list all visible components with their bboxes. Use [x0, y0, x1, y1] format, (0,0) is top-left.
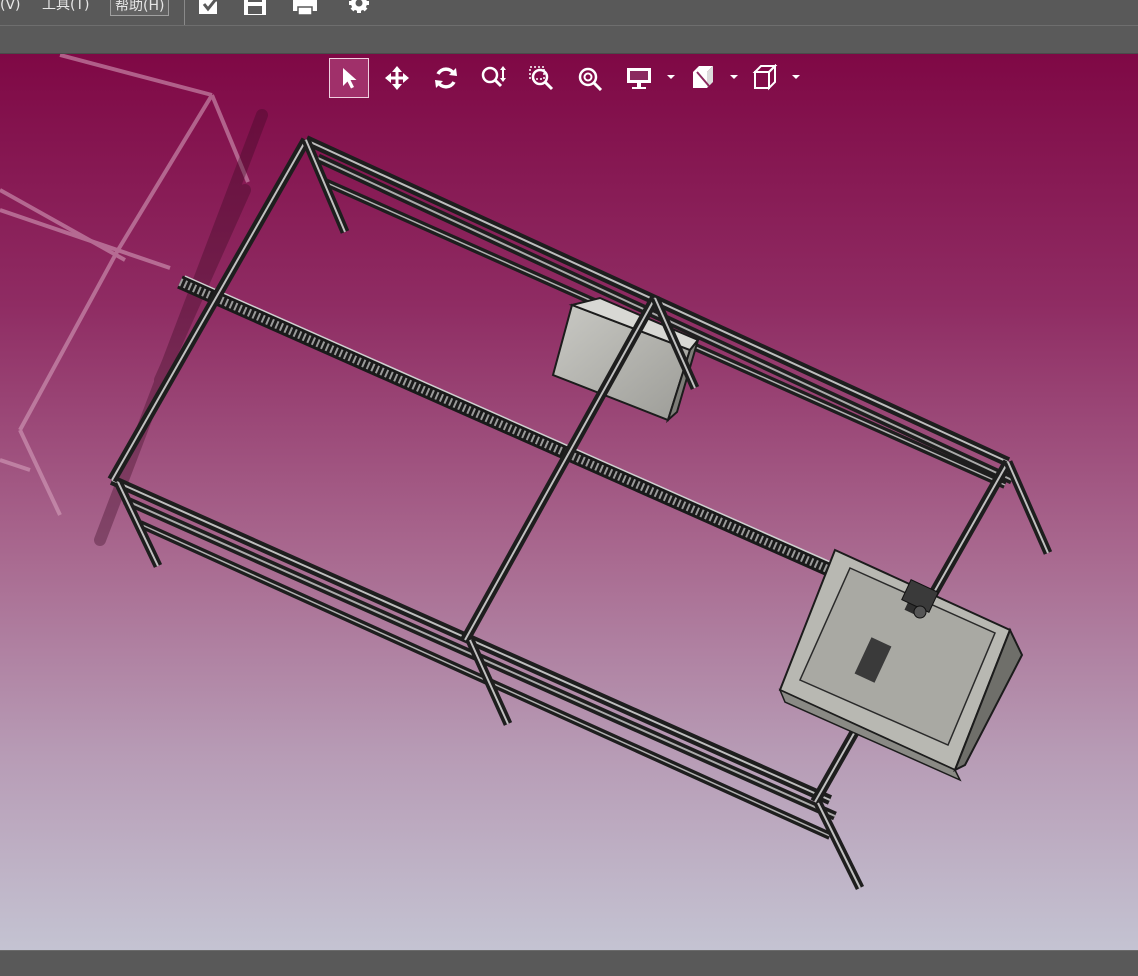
monitor-icon — [627, 68, 651, 89]
tote-box — [778, 548, 1024, 782]
print-icon — [293, 0, 317, 16]
status-bar — [0, 950, 1138, 976]
secondary-toolbar — [0, 26, 1138, 54]
import-icon — [199, 0, 218, 14]
cad-model-scene — [0, 54, 1053, 890]
menu-help[interactable]: 帮助(H) — [110, 0, 170, 16]
view-orientation-dropdown-icon[interactable] — [792, 73, 800, 81]
settings-icon — [349, 0, 369, 13]
rotate-icon — [435, 67, 457, 89]
menu-tools[interactable]: 工具(T) — [38, 0, 93, 15]
menu-bar: (V) 工具(T) 帮助(H) — [0, 0, 1138, 26]
save-icon — [244, 0, 266, 15]
zoom-window-button[interactable] — [522, 58, 562, 98]
import-button[interactable] — [194, 0, 224, 18]
background-frame-ghost — [0, 54, 250, 516]
frame-legs — [113, 138, 1053, 890]
3d-viewport[interactable] — [0, 54, 1138, 950]
settings-button[interactable] — [344, 0, 374, 18]
view-orientation-button[interactable] — [745, 58, 785, 98]
section-view-dropdown-icon[interactable] — [730, 73, 738, 81]
cursor-arrow-icon — [343, 68, 357, 89]
toolbar-separator — [184, 0, 185, 25]
rotate-tool-button[interactable] — [426, 58, 466, 98]
view-toolbar — [329, 58, 809, 98]
save-button[interactable] — [240, 0, 270, 18]
zoom-dynamic-icon — [481, 66, 506, 88]
menu-view[interactable]: (V) — [0, 0, 25, 15]
display-mode-button[interactable] — [619, 58, 659, 98]
print-button[interactable] — [290, 0, 320, 18]
zoom-fit-icon — [578, 67, 603, 91]
cube-view-icon — [752, 64, 778, 91]
display-mode-dropdown-icon[interactable] — [667, 73, 675, 81]
zoom-dynamic-button[interactable] — [474, 58, 514, 98]
zoom-window-icon — [529, 66, 554, 91]
frame-shadow — [94, 109, 268, 546]
zoom-fit-button[interactable] — [570, 58, 610, 98]
section-view-button[interactable] — [683, 58, 723, 98]
section-view-icon — [693, 66, 713, 88]
pan-arrows-icon — [385, 66, 409, 90]
pan-tool-button[interactable] — [377, 58, 417, 98]
select-tool-button[interactable] — [329, 58, 369, 98]
